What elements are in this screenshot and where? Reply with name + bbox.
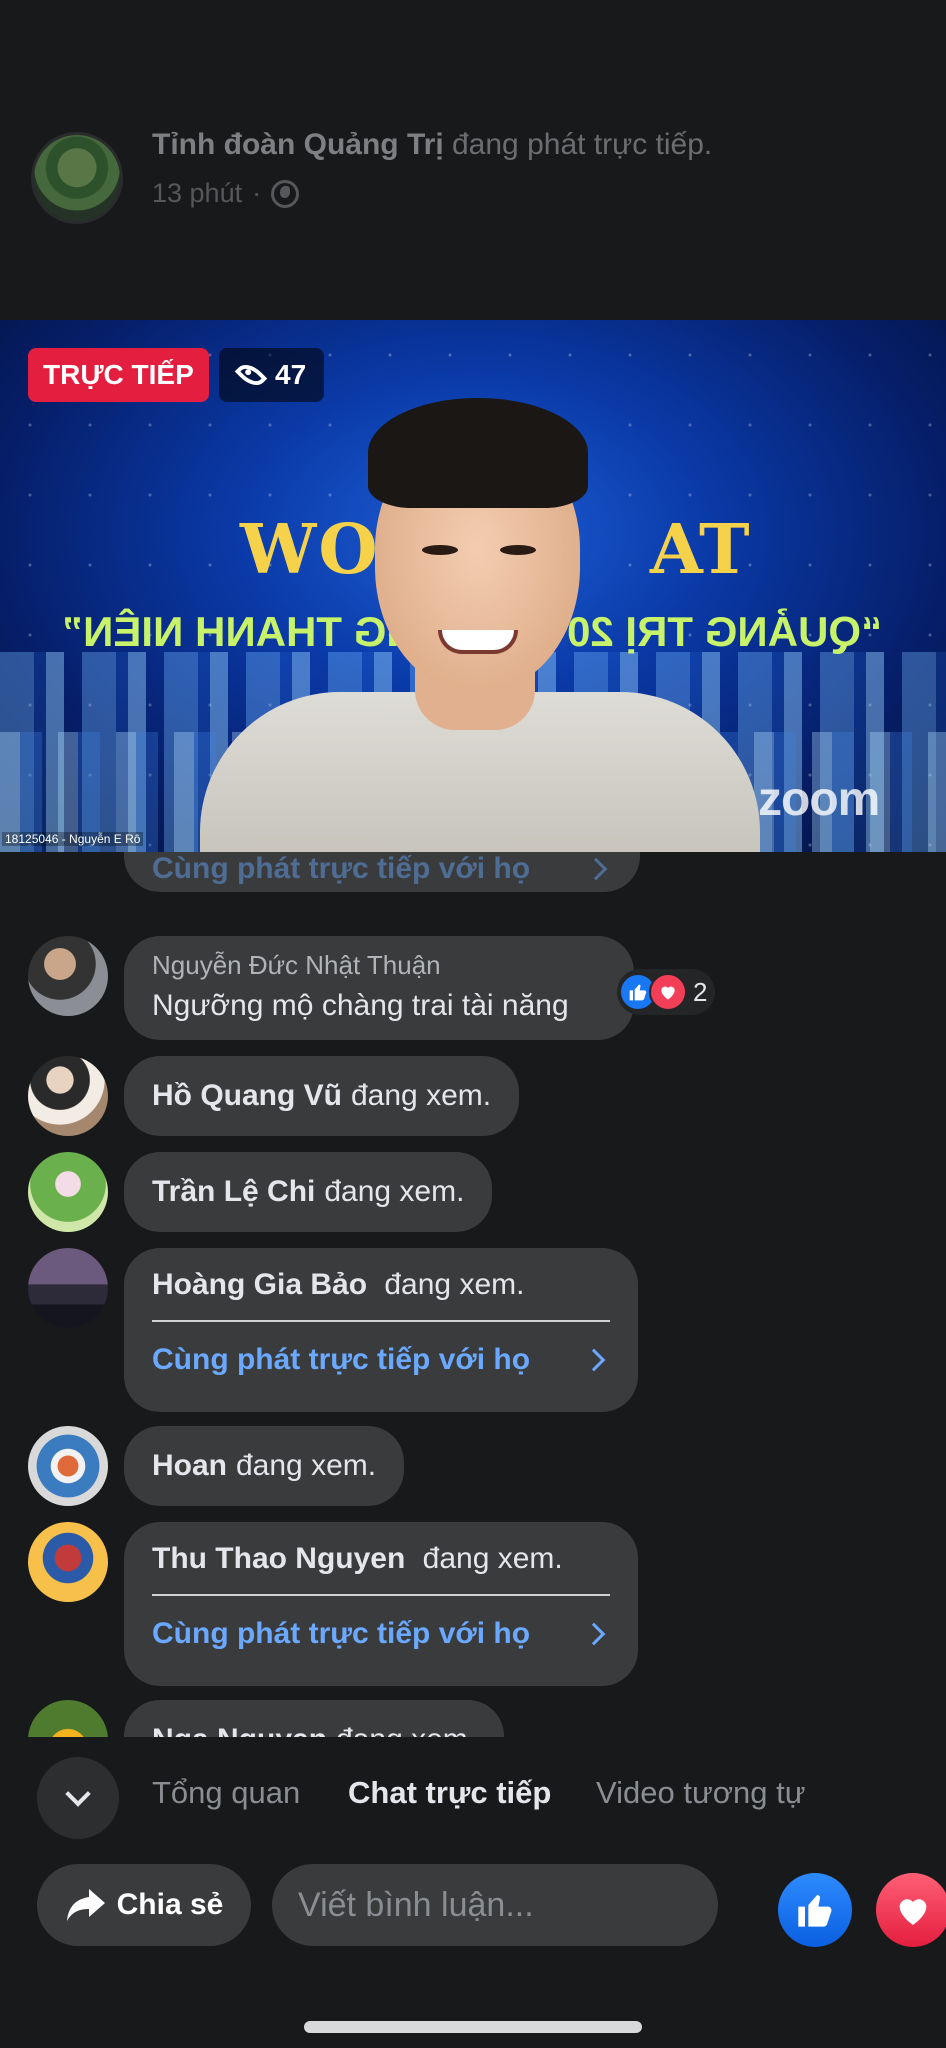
page-name[interactable]: Tỉnh đoàn Quảng Trị <box>152 128 444 161</box>
live-chat[interactable]: Cùng phát trực tiếp với họ Nguyễn Đức Nh… <box>0 852 946 1737</box>
viewer-name[interactable]: Trần Lệ Chi <box>152 1175 315 1209</box>
viewer-bubble: Hồ Quang Vũ đang xem. <box>124 1056 520 1136</box>
viewer-avatar[interactable] <box>28 1056 108 1136</box>
viewer-name[interactable]: Thu Thao Nguyen <box>152 1542 405 1575</box>
cohost-link-label: Cùng phát trực tiếp với họ <box>152 1617 531 1650</box>
viewer-avatar[interactable] <box>28 1426 108 1506</box>
heart-icon <box>899 1899 927 1925</box>
cohost-link[interactable]: Cùng phát trực tiếp với họ <box>152 1596 610 1672</box>
viewer-name[interactable]: Hoàng Gia Bảo <box>152 1268 367 1301</box>
love-button[interactable] <box>876 1873 946 1947</box>
viewer-bubble: Nga Nguyen đang xem. <box>124 1700 505 1737</box>
post-header: Tỉnh đoàn Quảng Trị đang phát trực tiếp.… <box>0 0 946 320</box>
live-video[interactable]: WO AT “QUẢNG TRỊ 20 VỌNG THANH NIÊN” zoo… <box>0 320 946 852</box>
post-meta: 13 phút · <box>152 178 300 209</box>
chat-bubble-partial: Cùng phát trực tiếp với họ <box>124 852 640 892</box>
viewer-avatar[interactable] <box>28 1152 108 1232</box>
viewer-status: đang xem. <box>384 1268 525 1301</box>
comment-input[interactable]: Viết bình luận... <box>272 1864 718 1946</box>
comment-bubble: Nguyễn Đức Nhật Thuận Ngưỡng mộ chàng tr… <box>124 936 634 1040</box>
share-label: Chia sẻ <box>116 1888 224 1921</box>
viewer-avatar[interactable] <box>28 1700 108 1737</box>
viewer-bubble: Hoan đang xem. <box>124 1426 405 1506</box>
share-button[interactable]: Chia sẻ <box>37 1864 251 1946</box>
like-button[interactable] <box>778 1873 852 1947</box>
chevron-right-icon <box>582 1348 606 1372</box>
bottom-bar: Chia sẻ Viết bình luận... <box>0 1849 946 2048</box>
thumbs-up-icon <box>798 1895 832 1927</box>
meta-separator: · <box>252 178 262 208</box>
viewer-bubble: Trần Lệ Chi đang xem. <box>124 1152 493 1232</box>
chevron-down-icon <box>65 1781 91 1807</box>
speaker-eye-right <box>500 545 536 555</box>
chevron-right-icon <box>582 1622 606 1646</box>
viewer-name[interactable]: Hoan <box>152 1449 227 1483</box>
viewer-bubble-cohost: Hoàng Gia Bảo đang xem. Cùng phát trực t… <box>124 1248 638 1412</box>
share-arrow-icon <box>66 1889 105 1921</box>
viewer-status: đang xem. <box>351 1079 492 1112</box>
cohost-link-label: Cùng phát trực tiếp với họ <box>152 852 531 885</box>
tab-live-chat[interactable]: Chat trực tiếp <box>348 1775 551 1811</box>
tab-overview[interactable]: Tổng quan <box>152 1775 300 1811</box>
viewer-avatar[interactable] <box>28 1522 108 1602</box>
cohost-link[interactable]: Cùng phát trực tiếp với họ <box>152 1322 610 1398</box>
zoom-watermark: zoom <box>758 773 880 826</box>
reaction-count: 2 <box>693 976 708 1007</box>
comment-author[interactable]: Nguyễn Đức Nhật Thuận <box>152 950 606 981</box>
participant-caption: 18125046 - Nguyễn E Rô <box>2 832 144 846</box>
chevron-right-icon <box>584 857 608 881</box>
tab-bar: Tổng quan Chat trực tiếp Video tương tự <box>0 1737 946 1849</box>
live-status-text: đang phát trực tiếp. <box>452 128 713 161</box>
viewer-status: đang xem. <box>422 1542 563 1575</box>
love-reaction-icon <box>649 973 687 1011</box>
home-indicator <box>304 2021 642 2033</box>
page-avatar[interactable] <box>31 132 123 224</box>
viewer-line: Thu Thao Nguyen đang xem. <box>152 1542 610 1582</box>
viewer-bubble-cohost: Thu Thao Nguyen đang xem. Cùng phát trực… <box>124 1522 638 1686</box>
speaker-hair <box>368 398 588 508</box>
collapse-button[interactable] <box>37 1757 119 1839</box>
cohost-link-label: Cùng phát trực tiếp với họ <box>152 1343 531 1376</box>
commenter-avatar[interactable] <box>28 936 108 1016</box>
post-title: Tỉnh đoàn Quảng Trị đang phát trực tiếp. <box>152 128 712 162</box>
speaker-smile <box>438 630 518 654</box>
viewer-status: đang xem. <box>236 1449 377 1482</box>
post-time: 13 phút <box>152 178 243 208</box>
viewer-status: đang xem. <box>324 1175 465 1208</box>
cohost-link-partial[interactable]: Cùng phát trực tiếp với họ <box>152 852 612 892</box>
viewer-name[interactable]: Hồ Quang Vũ <box>152 1079 342 1113</box>
viewer-line: Hoàng Gia Bảo đang xem. <box>152 1268 610 1308</box>
viewer-avatar[interactable] <box>28 1248 108 1328</box>
tab-related-videos[interactable]: Video tương tự <box>596 1775 806 1811</box>
comment-reactions[interactable]: 2 <box>617 969 716 1015</box>
viewer-count: 47 <box>275 359 307 390</box>
eye-icon <box>234 358 268 392</box>
speaker <box>200 370 760 852</box>
viewer-count-badge: 47 <box>219 348 325 402</box>
viewer-name[interactable]: Nga Nguyen <box>152 1723 327 1737</box>
comment-text: Ngưỡng mộ chàng trai tài năng <box>152 989 569 1022</box>
globe-icon <box>271 179 300 208</box>
speaker-eye-left <box>422 545 458 555</box>
live-badge: TRỰC TIẾP <box>28 348 209 402</box>
viewer-status: đang xem. <box>336 1723 476 1737</box>
